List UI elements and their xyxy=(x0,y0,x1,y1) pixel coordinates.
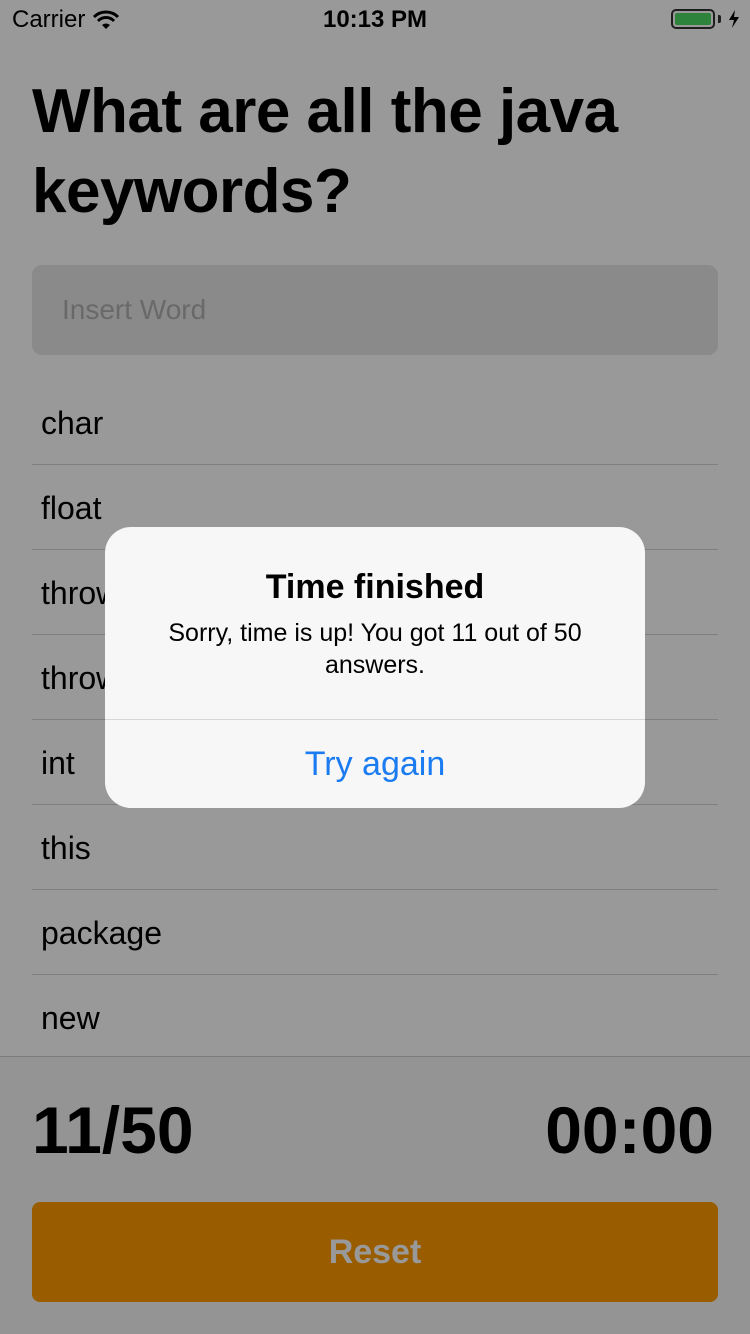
try-again-button[interactable]: Try again xyxy=(105,720,645,808)
alert-message: Sorry, time is up! You got 11 out of 50 … xyxy=(168,619,582,679)
alert-title: Time finished xyxy=(265,568,485,606)
time-finished-alert: Time finished Sorry, time is up! You got… xyxy=(105,527,645,808)
